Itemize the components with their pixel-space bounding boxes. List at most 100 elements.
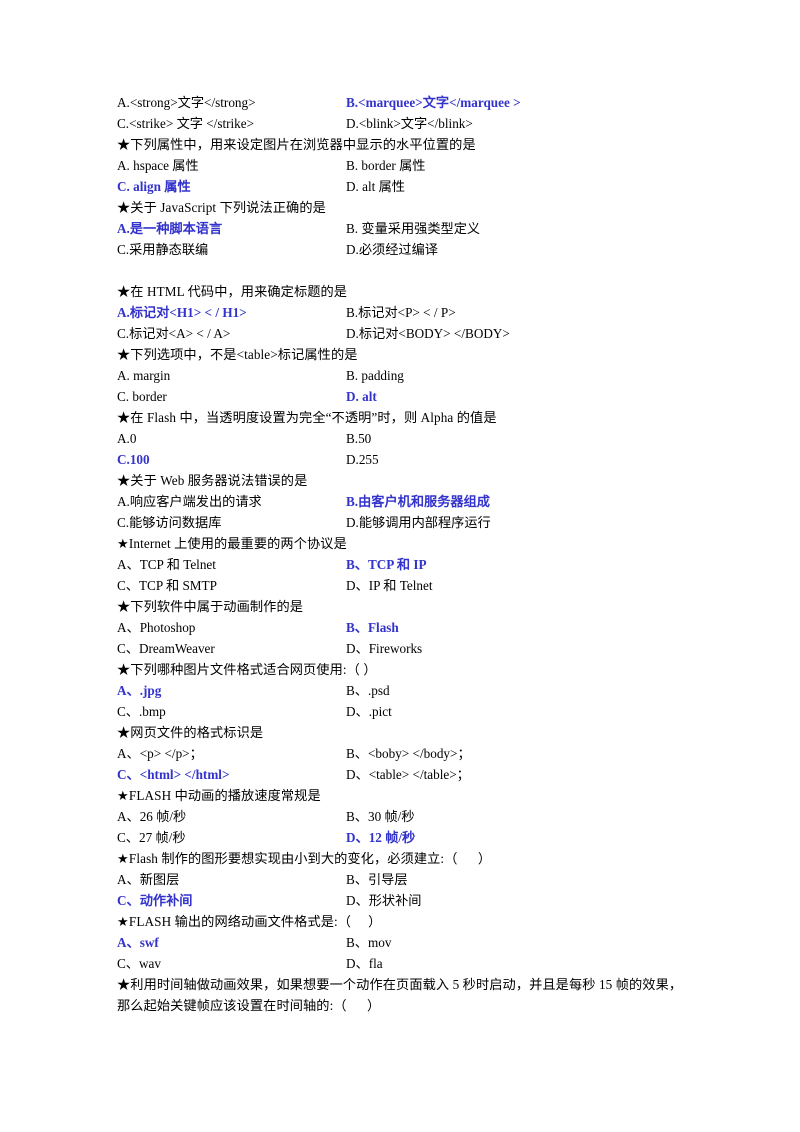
option-choice[interactable]: C. border — [117, 386, 346, 407]
option-row: A、新图层 B、引导层 — [117, 869, 683, 890]
option-choice[interactable]: A. margin — [117, 365, 346, 386]
option-choice[interactable]: D. alt — [346, 386, 683, 407]
option-choice[interactable]: C.<strike> 文字 </strike> — [117, 113, 346, 134]
question-stem: ★下列属性中，用来设定图片在浏览器中显示的水平位置的是 — [117, 137, 476, 152]
option-choice[interactable]: A.是一种脚本语言 — [117, 218, 346, 239]
question-block: A.<strong>文字</strong> B.<marquee>文字</marq… — [117, 92, 683, 134]
option-choice[interactable]: C、wav — [117, 953, 346, 974]
option-choice[interactable]: A. hspace 属性 — [117, 155, 346, 176]
option-choice[interactable]: B.<marquee>文字</marquee > — [346, 92, 683, 113]
option-choice[interactable]: C.标记对<A> < / A> — [117, 323, 346, 344]
option-choice[interactable]: B、引导层 — [346, 869, 683, 890]
question-block: ★利用时间轴做动画效果，如果想要一个动作在页面载入 5 秒时启动，并且是每秒 1… — [117, 974, 683, 1016]
question-stem: ★FLASH 输出的网络动画文件格式是:（ ） — [117, 914, 382, 929]
option-choice[interactable]: C、<html> </html> — [117, 764, 346, 785]
question-block: ★网页文件的格式标识是 A、<p> </p>； B、<boby> </body>； C… — [117, 722, 683, 785]
option-choice[interactable]: B. border 属性 — [346, 155, 683, 176]
option-choice[interactable]: C.100 — [117, 449, 346, 470]
option-row: A、26 帧/秒 B、30 帧/秒 — [117, 806, 683, 827]
option-choice[interactable]: A.标记对<H1> < / H1> — [117, 302, 346, 323]
option-row: A.是一种脚本语言 B. 变量采用强类型定义 — [117, 218, 683, 239]
question-stem: ★Internet 上使用的最重要的两个协议是 — [117, 536, 347, 551]
option-row: C.<strike> 文字 </strike> D.<blink>文字</blin… — [117, 113, 683, 134]
option-row: C.采用静态联编 D.必须经过编译 — [117, 239, 683, 260]
option-choice[interactable]: A.<strong>文字</strong> — [117, 92, 346, 113]
question-stem: ★FLASH 中动画的播放速度常规是 — [117, 788, 321, 803]
option-choice[interactable]: D、形状补间 — [346, 890, 683, 911]
question-stem: ★关于 Web 服务器说法错误的是 — [117, 473, 308, 488]
option-row: A、Photoshop B、Flash — [117, 617, 683, 638]
option-choice[interactable]: A、<p> </p>； — [117, 743, 346, 764]
option-choice[interactable]: D.必须经过编译 — [346, 239, 683, 260]
question-stem: ★下列哪种图片文件格式适合网页使用:（ ） — [117, 662, 377, 677]
option-row: C. align 属性 D. alt 属性 — [117, 176, 683, 197]
option-choice[interactable]: B、TCP 和 IP — [346, 554, 683, 575]
option-row: A.标记对<H1> < / H1> B.标记对<P> < / P> — [117, 302, 683, 323]
option-choice[interactable]: B. padding — [346, 365, 683, 386]
option-choice[interactable]: D.能够调用内部程序运行 — [346, 512, 683, 533]
option-choice[interactable]: C、TCP 和 SMTP — [117, 575, 346, 596]
option-choice[interactable]: B. 变量采用强类型定义 — [346, 218, 683, 239]
option-row: C、DreamWeaver D、Fireworks — [117, 638, 683, 659]
option-choice[interactable]: D.255 — [346, 449, 683, 470]
option-choice[interactable]: B.50 — [346, 428, 683, 449]
option-choice[interactable]: C、27 帧/秒 — [117, 827, 346, 848]
option-choice[interactable]: B.由客户机和服务器组成 — [346, 491, 683, 512]
option-choice[interactable]: C.能够访问数据库 — [117, 512, 346, 533]
option-choice[interactable]: A、26 帧/秒 — [117, 806, 346, 827]
option-choice[interactable]: B、.psd — [346, 680, 683, 701]
question-stem: ★关于 JavaScript 下列说法正确的是 — [117, 200, 326, 215]
question-block: ★关于 Web 服务器说法错误的是 A.响应客户端发出的请求 B.由客户机和服务器组… — [117, 470, 683, 533]
option-choice[interactable]: A、新图层 — [117, 869, 346, 890]
option-choice[interactable]: A、TCP 和 Telnet — [117, 554, 346, 575]
option-row: A、<p> </p>； B、<boby> </body>； — [117, 743, 683, 764]
blank-line-spacer — [117, 260, 683, 281]
option-choice[interactable]: A、Photoshop — [117, 617, 346, 638]
option-choice[interactable]: C. align 属性 — [117, 176, 346, 197]
option-choice[interactable]: D、<table> </table>； — [346, 764, 683, 785]
option-row: A、TCP 和 Telnet B、TCP 和 IP — [117, 554, 683, 575]
question-block: ★下列哪种图片文件格式适合网页使用:（ ） A、.jpg B、.psd C、.bmp D… — [117, 659, 683, 722]
option-row: C、动作补间 D、形状补间 — [117, 890, 683, 911]
option-choice[interactable]: A、.jpg — [117, 680, 346, 701]
option-row: A. hspace 属性 B. border 属性 — [117, 155, 683, 176]
option-choice[interactable]: B、<boby> </body>； — [346, 743, 683, 764]
question-block: ★关于 JavaScript 下列说法正确的是 A.是一种脚本语言 B. 变量采用强… — [117, 197, 683, 260]
option-choice[interactable]: D、fla — [346, 953, 683, 974]
question-block: ★Flash 制作的图形要想实现由小到大的变化，必须建立:（ ） A、新图层 B、引… — [117, 848, 683, 911]
option-choice[interactable]: D.<blink>文字</blink> — [346, 113, 683, 134]
option-choice[interactable]: D、.pict — [346, 701, 683, 722]
option-row: A、.jpg B、.psd — [117, 680, 683, 701]
option-choice[interactable]: B.标记对<P> < / P> — [346, 302, 683, 323]
option-row: C、27 帧/秒 D、12 帧/秒 — [117, 827, 683, 848]
option-row: C、<html> </html> D、<table> </table>； — [117, 764, 683, 785]
option-choice[interactable]: D、12 帧/秒 — [346, 827, 683, 848]
option-choice[interactable]: A、swf — [117, 932, 346, 953]
question-block: ★在 Flash 中，当透明度设置为完全“不透明”时，则 Alpha 的值是 A.… — [117, 407, 683, 470]
option-row: A.响应客户端发出的请求 B.由客户机和服务器组成 — [117, 491, 683, 512]
question-stem: ★Flash 制作的图形要想实现由小到大的变化，必须建立:（ ） — [117, 851, 492, 866]
option-choice[interactable]: C、动作补间 — [117, 890, 346, 911]
option-choice[interactable]: C.采用静态联编 — [117, 239, 346, 260]
option-choice[interactable]: C、DreamWeaver — [117, 638, 346, 659]
question-stem: ★下列选项中，不是<table>标记属性的是 — [117, 347, 358, 362]
option-choice[interactable]: D、Fireworks — [346, 638, 683, 659]
question-block: ★下列选项中，不是<table>标记属性的是 A. margin B. paddin… — [117, 344, 683, 407]
option-row: C.标记对<A> < / A> D.标记对<BODY> </BODY> — [117, 323, 683, 344]
option-choice[interactable]: A.响应客户端发出的请求 — [117, 491, 346, 512]
option-choice[interactable]: B、30 帧/秒 — [346, 806, 683, 827]
question-block: ★下列属性中，用来设定图片在浏览器中显示的水平位置的是 A. hspace 属性 B… — [117, 134, 683, 197]
option-choice[interactable]: C、.bmp — [117, 701, 346, 722]
option-choice[interactable]: B、mov — [346, 932, 683, 953]
question-stem: ★在 Flash 中，当透明度设置为完全“不透明”时，则 Alpha 的值是 — [117, 410, 497, 425]
option-choice[interactable]: D、IP 和 Telnet — [346, 575, 683, 596]
option-choice[interactable]: A.0 — [117, 428, 346, 449]
question-block: ★Internet 上使用的最重要的两个协议是 A、TCP 和 Telnet B、T… — [117, 533, 683, 596]
option-row: C、TCP 和 SMTP D、IP 和 Telnet — [117, 575, 683, 596]
question-stem: ★利用时间轴做动画效果，如果想要一个动作在页面载入 5 秒时启动，并且是每秒 1… — [117, 977, 683, 1013]
option-row: C、.bmp D、.pict — [117, 701, 683, 722]
option-choice[interactable]: B、Flash — [346, 617, 683, 638]
document-body: A.<strong>文字</strong> B.<marquee>文字</marq… — [117, 92, 683, 1016]
option-choice[interactable]: D.标记对<BODY> </BODY> — [346, 323, 683, 344]
option-choice[interactable]: D. alt 属性 — [346, 176, 683, 197]
